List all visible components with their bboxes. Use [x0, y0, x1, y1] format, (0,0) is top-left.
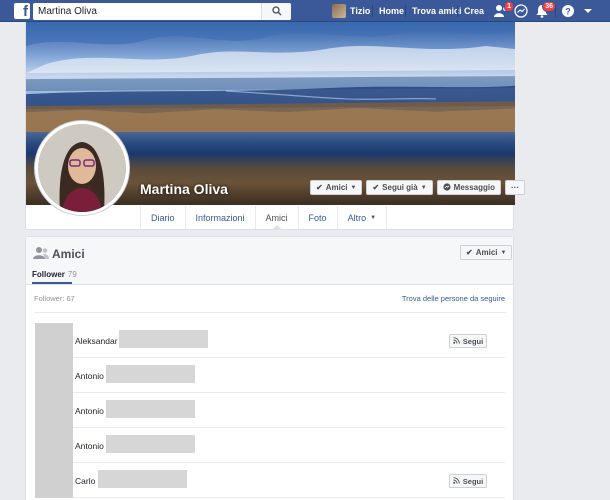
- nav-divider: [405, 5, 406, 17]
- top-navigation-bar: f Tizio Home Trova amici Crea 1 36 ?: [0, 0, 610, 22]
- follower-row: Carlo Segui: [35, 463, 505, 498]
- tab-diario[interactable]: Diario: [140, 206, 186, 229]
- nav-divider: [372, 5, 373, 17]
- follower-row: Aleksandar Segui: [35, 323, 505, 358]
- messenger-icon[interactable]: [514, 4, 530, 18]
- friends-button-label: Amici: [325, 183, 348, 192]
- nav-divider: [457, 5, 458, 17]
- tab-altro[interactable]: Altro ▼: [338, 206, 388, 229]
- divider: [34, 312, 506, 313]
- search-icon: [272, 6, 282, 16]
- follower-name[interactable]: Aleksandar: [75, 336, 118, 346]
- help-icon[interactable]: ?: [561, 4, 577, 18]
- redacted-surname: [106, 365, 195, 383]
- friends-section: Amici ✔ Amici ▼ Follower 79 Follower: 67 …: [25, 236, 514, 500]
- friends-title: Amici: [52, 247, 85, 261]
- rss-follow-icon: [452, 336, 460, 346]
- tab-amici[interactable]: Amici: [256, 206, 299, 230]
- follower-name[interactable]: Antonio: [75, 371, 104, 381]
- tab-follower[interactable]: Follower 79: [32, 270, 77, 279]
- friends-header: Amici ✔ Amici ▼ Follower 79: [26, 237, 513, 285]
- follow-button-label: Segui: [462, 476, 484, 486]
- more-options-icon: ···: [511, 183, 520, 192]
- nav-user-profile[interactable]: Tizio: [332, 3, 370, 19]
- follower-row: Antonio: [35, 428, 505, 463]
- nav-user-name: Tizio: [350, 6, 371, 16]
- follower-name[interactable]: Antonio: [75, 441, 104, 451]
- following-button[interactable]: ✔ Segui già ▼: [366, 180, 433, 195]
- follower-avatar[interactable]: [35, 463, 73, 498]
- friends-button[interactable]: ✔ Amici ▼: [310, 180, 363, 195]
- follow-button-label: Segui: [462, 336, 484, 346]
- checkmark-icon: ✔: [466, 248, 473, 257]
- facebook-logo-icon[interactable]: f: [14, 3, 30, 19]
- search-input[interactable]: [33, 3, 263, 20]
- search-button[interactable]: [261, 3, 291, 20]
- redacted-surname: [106, 400, 195, 418]
- tab-foto[interactable]: Foto: [299, 206, 338, 229]
- redacted-surname: [106, 435, 195, 453]
- more-options-button[interactable]: ···: [505, 180, 526, 195]
- nav-find-friends-link[interactable]: Trova amici: [412, 6, 462, 16]
- people-icon: [33, 247, 49, 259]
- friends-status-button[interactable]: ✔ Amici ▼: [460, 245, 513, 260]
- tab-altro-label: Altro: [347, 212, 367, 223]
- cover-photo-art: [26, 22, 515, 132]
- tab-follower-label: Follower: [32, 270, 65, 279]
- chevron-down-icon: ▼: [370, 214, 377, 221]
- checkmark-icon: ✔: [372, 183, 380, 192]
- account-menu-caret-icon[interactable]: [583, 4, 599, 18]
- notifications-badge: 36: [542, 1, 556, 12]
- chevron-down-icon: ▼: [420, 184, 427, 191]
- follower-avatar[interactable]: [35, 428, 73, 463]
- follow-button[interactable]: Segui: [449, 474, 487, 488]
- follower-avatar[interactable]: [35, 323, 73, 358]
- nav-divider: [555, 5, 556, 17]
- find-people-link[interactable]: Trova delle persone da seguire: [402, 294, 505, 303]
- nav-home-link[interactable]: Home: [379, 6, 404, 16]
- profile-action-buttons: ✔ Amici ▼ ✔ Segui già ▼ Messaggio ···: [310, 180, 526, 195]
- chevron-down-icon: ▼: [350, 184, 357, 191]
- follower-name[interactable]: Antonio: [75, 406, 104, 416]
- checkmark-icon: ✔: [316, 183, 323, 192]
- redacted-surname: [119, 330, 208, 348]
- follower-count-text: Follower: 67: [34, 294, 75, 303]
- redacted-surname: [98, 470, 187, 488]
- profile-header-card: Martina Oliva ✔ Amici ▼ ✔ Segui già ▼ Me…: [25, 22, 526, 230]
- nav-create-link[interactable]: Crea: [464, 6, 484, 16]
- follow-button[interactable]: Segui: [449, 334, 487, 348]
- profile-tabs: Diario Informazioni Amici Foto Altro ▼: [140, 206, 388, 230]
- chevron-down-icon: ▼: [500, 249, 507, 256]
- profile-picture-image: [38, 124, 126, 212]
- following-button-label: Segui già: [382, 183, 418, 192]
- messenger-icon: [443, 182, 451, 193]
- follower-name[interactable]: Carlo: [75, 476, 95, 486]
- notifications-bell-icon[interactable]: 36: [535, 1, 556, 18]
- profile-picture[interactable]: [34, 120, 130, 216]
- svg-text:?: ?: [565, 7, 571, 17]
- follower-avatar[interactable]: [35, 358, 73, 393]
- profile-name[interactable]: Martina Oliva: [140, 181, 228, 197]
- active-tab-indicator: [32, 282, 72, 284]
- search-box: [33, 3, 291, 20]
- friends-status-button-label: Amici: [475, 248, 498, 257]
- follower-avatar[interactable]: [35, 393, 73, 428]
- rss-follow-icon: [452, 476, 460, 486]
- tab-follower-count: 79: [67, 270, 77, 279]
- message-button[interactable]: Messaggio: [436, 180, 502, 195]
- user-avatar: [332, 4, 346, 18]
- follower-row: Antonio: [35, 358, 505, 393]
- tab-informazioni[interactable]: Informazioni: [186, 206, 256, 229]
- friend-requests-icon[interactable]: 1: [493, 1, 514, 18]
- follower-row: Antonio: [35, 393, 505, 428]
- friend-requests-badge: 1: [504, 1, 514, 12]
- message-button-label: Messaggio: [453, 183, 496, 192]
